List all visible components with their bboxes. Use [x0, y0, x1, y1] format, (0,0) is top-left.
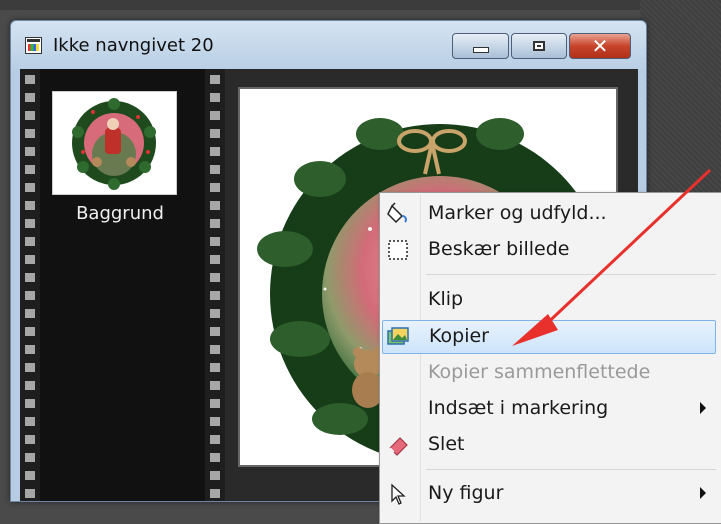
maximize-icon	[533, 41, 545, 51]
menu-item-kopier-sammenflettede: Kopier sammenflettede	[382, 356, 716, 390]
film-hole	[210, 147, 220, 156]
film-hole	[25, 471, 35, 480]
menu-item-klip[interactable]: Klip	[382, 283, 716, 317]
film-hole	[25, 489, 35, 498]
film-hole	[210, 291, 220, 300]
film-hole	[210, 93, 220, 102]
film-hole	[25, 165, 35, 174]
desktop-top-strip	[0, 0, 721, 10]
minimize-icon	[472, 47, 489, 53]
menu-separator	[426, 274, 716, 275]
submenu-arrow-icon	[700, 487, 706, 499]
film-hole	[25, 327, 35, 336]
menu-item-label: Marker og udfyld...	[428, 202, 607, 224]
film-hole	[25, 111, 35, 120]
film-hole	[25, 129, 35, 138]
menu-item-marker-og-udfyld[interactable]: Marker og udfyld...	[382, 197, 716, 231]
film-hole	[25, 363, 35, 372]
film-hole	[210, 399, 220, 408]
film-perforation-right	[205, 69, 225, 501]
film-hole	[25, 219, 35, 228]
menu-item-label: Klip	[428, 288, 464, 310]
menu-item-kopier[interactable]: Kopier	[382, 320, 716, 354]
film-hole	[25, 417, 35, 426]
film-hole	[25, 381, 35, 390]
minimize-button[interactable]	[452, 33, 509, 59]
maximize-button[interactable]	[511, 33, 567, 59]
crop-icon	[388, 240, 408, 260]
window-title: Ikke navngivet 20	[53, 35, 214, 56]
film-hole	[210, 111, 220, 120]
film-hole	[25, 309, 35, 318]
wreath-thumbnail-icon	[72, 98, 156, 190]
menu-item-label: Indsæt i markering	[428, 397, 609, 419]
film-hole	[25, 435, 35, 444]
menu-item-label: Ny figur	[428, 482, 504, 504]
menu-item-label: Beskær billede	[428, 238, 570, 260]
menu-item-beskaer-billede[interactable]: Beskær billede	[382, 233, 716, 267]
film-hole	[210, 471, 220, 480]
menu-item-label: Kopier	[429, 325, 489, 347]
menu-item-indsaet-i-markering[interactable]: Indsæt i markering	[382, 392, 716, 426]
film-hole	[210, 237, 220, 246]
submenu-arrow-icon	[700, 402, 706, 414]
film-hole	[210, 165, 220, 174]
close-icon: ✕	[591, 34, 609, 58]
layers-panel: Baggrund	[20, 69, 225, 501]
film-hole	[210, 489, 220, 498]
film-hole	[25, 237, 35, 246]
film-hole	[25, 183, 35, 192]
menu-item-slet[interactable]: Slet	[382, 428, 716, 462]
film-hole	[210, 381, 220, 390]
menu-separator	[426, 469, 716, 470]
film-hole	[25, 345, 35, 354]
eraser-icon	[389, 437, 408, 456]
film-hole	[25, 399, 35, 408]
film-hole	[25, 93, 35, 102]
menu-item-label: Kopier sammenflettede	[428, 361, 651, 383]
context-menu: Marker og udfyld... Beskær billede Klip …	[379, 192, 721, 524]
film-hole	[210, 255, 220, 264]
film-hole	[25, 273, 35, 282]
cursor-icon	[391, 483, 406, 505]
copy-image-icon	[387, 327, 409, 345]
film-hole	[210, 327, 220, 336]
film-hole	[210, 201, 220, 210]
film-hole	[25, 201, 35, 210]
film-hole	[210, 435, 220, 444]
menu-item-ny-figur[interactable]: Ny figur	[382, 477, 716, 511]
layer-thumbnail[interactable]	[52, 91, 177, 195]
close-button[interactable]: ✕	[569, 33, 631, 59]
film-hole	[25, 453, 35, 462]
film-hole	[210, 345, 220, 354]
film-hole	[210, 75, 220, 84]
film-hole	[210, 417, 220, 426]
film-hole	[210, 129, 220, 138]
film-hole	[25, 291, 35, 300]
fill-select-icon	[387, 202, 407, 224]
film-hole	[210, 273, 220, 282]
film-hole	[210, 453, 220, 462]
film-hole	[25, 255, 35, 264]
image-document-icon[interactable]	[25, 37, 42, 54]
film-hole	[210, 363, 220, 372]
film-hole	[210, 183, 220, 192]
film-hole	[210, 219, 220, 228]
film-hole	[25, 75, 35, 84]
film-hole	[25, 147, 35, 156]
layer-name-label[interactable]: Baggrund	[40, 203, 200, 224]
menu-item-label: Slet	[428, 433, 465, 455]
film-hole	[210, 309, 220, 318]
title-bar[interactable]: Ikke navngivet 20 ✕	[11, 21, 646, 69]
film-perforation-left	[20, 69, 40, 501]
